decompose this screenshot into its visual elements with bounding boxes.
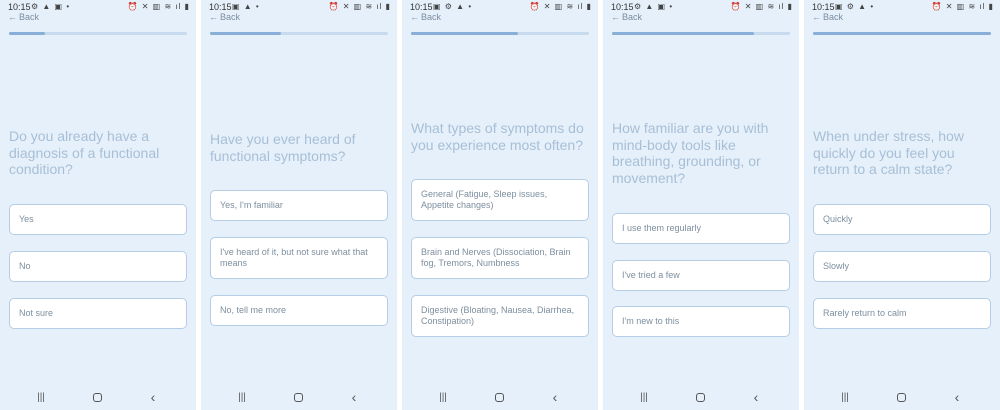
system-icons: ⏰ ✕ ▥ ≋ ıl ▮ [529,2,592,11]
status-bar: 10:15 ▣ ⚙ ▲ • ⏰ ✕ ▥ ≋ ıl ▮ [812,2,994,12]
back-label: Back [823,12,844,22]
option-quickly[interactable]: Quickly [813,204,991,235]
home-icon[interactable] [691,390,709,404]
android-nav-bar: ||| ‹ [201,388,397,406]
progress-bar [210,32,388,35]
back-label: Back [19,12,40,22]
notification-icons: ⚙ ▲ ▣ • [31,2,71,11]
recents-icon[interactable]: ||| [32,390,50,404]
back-button[interactable]: ← Back [410,12,441,23]
progress-fill [612,32,755,35]
question-text: How familiar are you with mind-body tool… [612,120,769,186]
notification-icons: ▣ ▲ • [232,2,260,11]
back-button[interactable]: ← Back [812,12,843,23]
status-time: 10:15 [8,2,31,12]
option-heard-not-sure[interactable]: I've heard of it, but not sure what that… [210,237,388,279]
back-arrow-icon: ← [410,12,419,22]
system-icons: ⏰ ✕ ▥ ≋ ıl ▮ [328,2,391,11]
option-familiar[interactable]: Yes, I'm familiar [210,190,388,221]
progress-fill [9,32,45,35]
status-bar: 10:15 ⚙ ▲ ▣ • ⏰ ✕ ▥ ≋ ıl ▮ [8,2,190,12]
option-new-to-this[interactable]: I'm new to this [612,306,790,337]
question-text: Have you ever heard of functional sympto… [210,131,356,164]
progress-bar [612,32,790,35]
recents-icon[interactable]: ||| [434,390,452,404]
option-use-regularly[interactable]: I use them regularly [612,213,790,244]
status-bar: 10:15 ⚙ ▲ ▣ • ⏰ ✕ ▥ ≋ ıl ▮ [611,2,793,12]
recents-icon[interactable]: ||| [635,390,653,404]
onboarding-screens: 10:15 ⚙ ▲ ▣ • ⏰ ✕ ▥ ≋ ıl ▮ ← Back Do you … [0,0,1000,410]
screen-5: 10:15 ▣ ⚙ ▲ • ⏰ ✕ ▥ ≋ ıl ▮ ← Back When un… [804,0,1000,410]
status-time: 10:15 [410,2,433,12]
android-nav-bar: ||| ‹ [0,388,196,406]
progress-fill [210,32,282,35]
home-icon[interactable] [88,390,106,404]
question-text: Do you already have a diagnosis of a fun… [9,128,160,177]
status-time: 10:15 [812,2,835,12]
back-button[interactable]: ← Back [8,12,39,23]
back-label: Back [220,12,241,22]
home-icon[interactable] [490,390,508,404]
nav-back-icon[interactable]: ‹ [144,389,162,405]
progress-bar [411,32,589,35]
question-text: When under stress, how quickly do you fe… [813,128,964,177]
progress-fill [411,32,518,35]
home-icon[interactable] [289,390,307,404]
nav-back-icon[interactable]: ‹ [747,389,765,405]
option-not-sure[interactable]: Not sure [9,298,187,329]
option-yes[interactable]: Yes [9,204,187,235]
progress-bar [9,32,187,35]
option-brain-nerves[interactable]: Brain and Nerves (Dissociation, Brain fo… [411,237,589,279]
option-slowly[interactable]: Slowly [813,251,991,282]
progress-fill [813,32,991,35]
android-nav-bar: ||| ‹ [603,388,799,406]
option-tell-me-more[interactable]: No, tell me more [210,295,388,326]
screen-1: 10:15 ⚙ ▲ ▣ • ⏰ ✕ ▥ ≋ ıl ▮ ← Back Do you … [0,0,196,410]
back-label: Back [622,12,643,22]
back-button[interactable]: ← Back [209,12,240,23]
screen-2: 10:15 ▣ ▲ • ⏰ ✕ ▥ ≋ ıl ▮ ← Back Have you … [201,0,397,410]
notification-icons: ▣ ⚙ ▲ • [835,2,875,11]
progress-bar [813,32,991,35]
back-label: Back [421,12,442,22]
screen-4: 10:15 ⚙ ▲ ▣ • ⏰ ✕ ▥ ≋ ıl ▮ ← Back How fam… [603,0,799,410]
status-time: 10:15 [611,2,634,12]
notification-icons: ⚙ ▲ ▣ • [634,2,674,11]
android-nav-bar: ||| ‹ [402,388,598,406]
nav-back-icon[interactable]: ‹ [345,389,363,405]
option-tried-few[interactable]: I've tried a few [612,260,790,291]
option-no[interactable]: No [9,251,187,282]
system-icons: ⏰ ✕ ▥ ≋ ıl ▮ [931,2,994,11]
back-arrow-icon: ← [812,12,821,22]
back-arrow-icon: ← [611,12,620,22]
back-arrow-icon: ← [209,12,218,22]
option-digestive[interactable]: Digestive (Bloating, Nausea, Diarrhea, C… [411,295,589,337]
recents-icon[interactable]: ||| [836,390,854,404]
recents-icon[interactable]: ||| [233,390,251,404]
option-rarely-calm[interactable]: Rarely return to calm [813,298,991,329]
system-icons: ⏰ ✕ ▥ ≋ ıl ▮ [127,2,190,11]
system-icons: ⏰ ✕ ▥ ≋ ıl ▮ [730,2,793,11]
nav-back-icon[interactable]: ‹ [546,389,564,405]
status-bar: 10:15 ▣ ▲ • ⏰ ✕ ▥ ≋ ıl ▮ [209,2,391,12]
home-icon[interactable] [892,390,910,404]
status-time: 10:15 [209,2,232,12]
notification-icons: ▣ ⚙ ▲ • [433,2,473,11]
question-text: What types of symptoms do you experience… [411,120,584,153]
android-nav-bar: ||| ‹ [804,388,1000,406]
nav-back-icon[interactable]: ‹ [948,389,966,405]
back-arrow-icon: ← [8,12,17,22]
status-bar: 10:15 ▣ ⚙ ▲ • ⏰ ✕ ▥ ≋ ıl ▮ [410,2,592,12]
screen-3: 10:15 ▣ ⚙ ▲ • ⏰ ✕ ▥ ≋ ıl ▮ ← Back What ty… [402,0,598,410]
back-button[interactable]: ← Back [611,12,642,23]
option-general[interactable]: General (Fatigue, Sleep issues, Appetite… [411,179,589,221]
